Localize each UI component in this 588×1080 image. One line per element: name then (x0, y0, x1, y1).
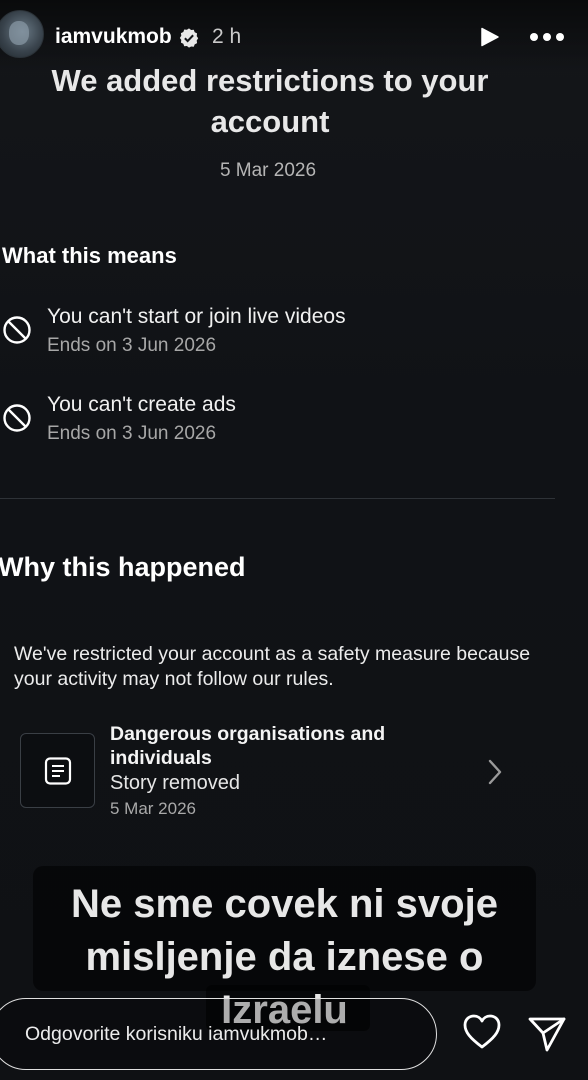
what-this-means-heading: What this means (2, 243, 177, 268)
restriction-title: You can't start or join live videos (47, 305, 346, 328)
play-icon[interactable] (477, 25, 501, 49)
violation-title[interactable]: Dangerous organisations and individuals (110, 722, 440, 770)
more-horizontal-icon[interactable] (528, 25, 566, 49)
caption-line: Ne sme covek ni svoje (71, 882, 498, 926)
reply-placeholder: Odgovorite korisniku iamvukmob… (25, 1023, 328, 1045)
notice-title: We added restrictions to your account (51, 63, 489, 139)
restriction-title: You can't create ads (47, 393, 236, 416)
story-username[interactable]: iamvukmob (55, 25, 172, 49)
violation-date: 5 Mar 2026 (110, 799, 196, 818)
reply-input[interactable]: Odgovorite korisniku iamvukmob… (0, 998, 437, 1070)
prohibited-icon (3, 316, 31, 344)
section-divider (0, 498, 555, 499)
why-explanation: We've restricted your account as a safet… (14, 643, 531, 690)
profile-avatar[interactable] (0, 10, 44, 58)
document-icon (44, 757, 72, 785)
violation-status: Story removed (110, 772, 241, 794)
prohibited-icon (3, 404, 31, 432)
why-this-happened-heading: Why this happened (0, 552, 246, 582)
restriction-end-date: Ends on 3 Jun 2026 (47, 423, 217, 444)
restriction-end-date: Ends on 3 Jun 2026 (47, 335, 217, 356)
heart-icon[interactable] (462, 1013, 502, 1051)
violation-card-icon[interactable] (20, 733, 95, 808)
story-screen: iamvukmob 2 h We added restrictions to y… (0, 0, 588, 1080)
chevron-right-icon[interactable] (484, 757, 506, 787)
story-time: 2 h (212, 25, 242, 48)
send-icon[interactable] (526, 1014, 568, 1054)
verified-badge-icon (179, 28, 199, 48)
notice-date: 5 Mar 2026 (219, 160, 317, 181)
caption-line: misljenje da iznese o (85, 935, 484, 979)
